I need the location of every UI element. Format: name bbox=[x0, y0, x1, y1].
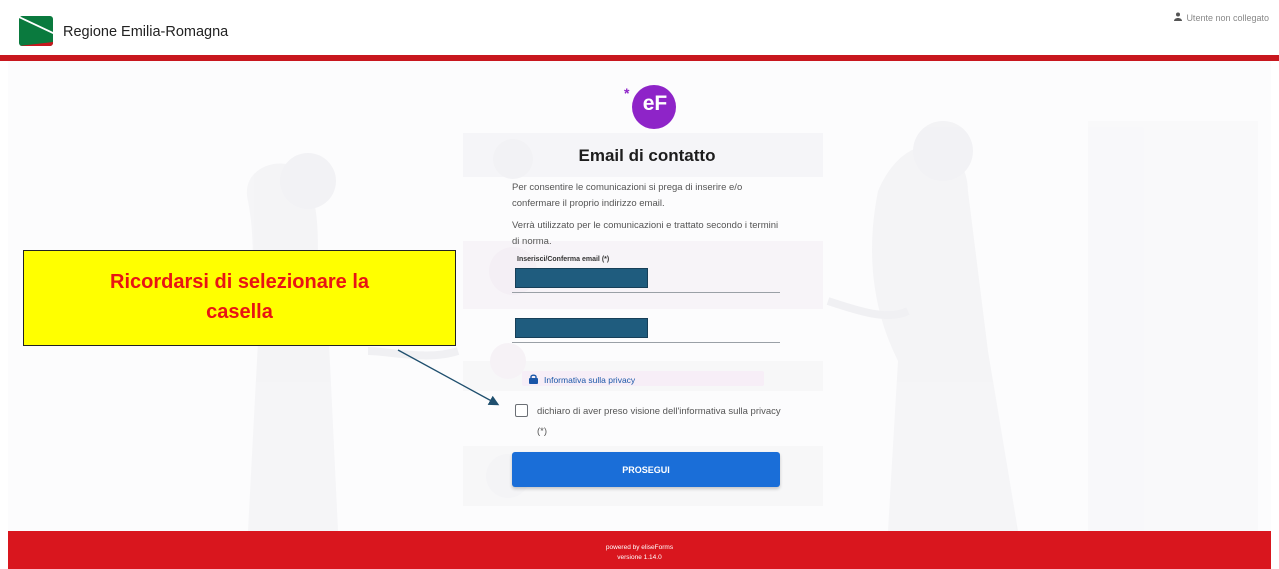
lock-icon bbox=[529, 374, 538, 386]
user-status[interactable]: Utente non collegato bbox=[1174, 12, 1269, 23]
region-title: Regione Emilia-Romagna bbox=[63, 24, 229, 40]
prosegui-button[interactable]: PROSEGUI bbox=[512, 452, 780, 487]
privacy-consent-label[interactable]: dichiaro di aver preso visione dell'info… bbox=[537, 402, 787, 442]
redacted-email-confirm-value bbox=[515, 318, 648, 338]
region-logo bbox=[19, 16, 53, 46]
form-title: Email di contatto bbox=[578, 146, 716, 165]
redacted-email-value bbox=[515, 268, 648, 288]
form-privacy-note: Verrà utilizzato per le comunicazioni e … bbox=[512, 220, 779, 247]
form-intro-text: Per consentire le comunicazioni si prega… bbox=[512, 182, 743, 209]
email-confirm-field[interactable] bbox=[512, 316, 780, 343]
top-header: Regione Emilia-Romagna Utente non colleg… bbox=[0, 0, 1279, 55]
privacy-consent-checkbox[interactable] bbox=[515, 404, 528, 417]
page-footer: powered by eliseForms versione 1.14.0 bbox=[8, 531, 1271, 569]
privacy-link-label: Informativa sulla privacy bbox=[544, 375, 636, 385]
email-field-label: Inserisci/Conferma email (*) bbox=[517, 256, 610, 263]
annotation-callout: Ricordarsi di selezionare la casella bbox=[23, 250, 456, 346]
eforms-logo: * eF bbox=[620, 84, 678, 130]
privacy-policy-link[interactable]: Informativa sulla privacy bbox=[529, 374, 635, 386]
user-status-label: Utente non collegato bbox=[1186, 12, 1269, 23]
version-text: versione 1.14.0 bbox=[617, 554, 662, 561]
email-field[interactable] bbox=[512, 266, 780, 293]
eforms-logo-text: eF bbox=[642, 92, 668, 115]
svg-text:*: * bbox=[624, 85, 630, 101]
annotation-text-line-2: casella bbox=[206, 301, 273, 323]
user-icon bbox=[1174, 12, 1183, 23]
powered-by-text: powered by eliseForms bbox=[605, 544, 674, 551]
annotation-text-line-1: Ricordarsi di selezionare la bbox=[110, 271, 369, 293]
